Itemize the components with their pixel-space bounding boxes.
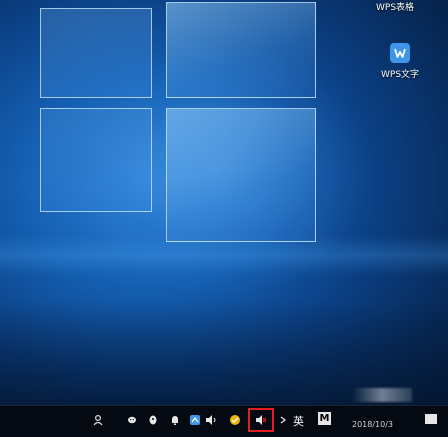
action-center-icon[interactable] [424, 411, 438, 425]
desktop-icon-label: WPS文字 [381, 70, 420, 80]
windows-logo-pane-top-left [40, 8, 152, 98]
desktop-icon-label: WPS表格 [376, 3, 415, 13]
chevron-icon[interactable] [276, 413, 290, 427]
blurred-area [352, 388, 412, 402]
people-icon[interactable] [92, 413, 106, 427]
bell-icon[interactable] [168, 413, 182, 427]
wps-writer-icon [390, 43, 411, 63]
taskbar: 英 M 2018/10/3 [0, 405, 448, 437]
sync-icon[interactable] [228, 413, 242, 427]
network-icon[interactable] [188, 413, 202, 427]
qq-icon[interactable] [146, 413, 160, 427]
desktop-icon-wps-spreadsheet[interactable]: WPS表格 [376, 0, 414, 13]
windows-logo-pane-bottom-right [166, 108, 316, 242]
clock-date[interactable]: 2018/10/3 [352, 420, 393, 429]
volume-icon[interactable] [204, 413, 218, 427]
windows-logo-pane-top-right [166, 2, 316, 98]
language-indicator[interactable]: 英 [293, 413, 304, 429]
input-ime-icon[interactable]: M [318, 412, 331, 425]
desktop-icon-wps-writer[interactable]: WPS文字 [381, 43, 419, 80]
volume-muted-icon[interactable] [254, 413, 268, 427]
wechat-icon[interactable] [126, 413, 140, 427]
windows-logo-pane-bottom-left [40, 108, 152, 212]
